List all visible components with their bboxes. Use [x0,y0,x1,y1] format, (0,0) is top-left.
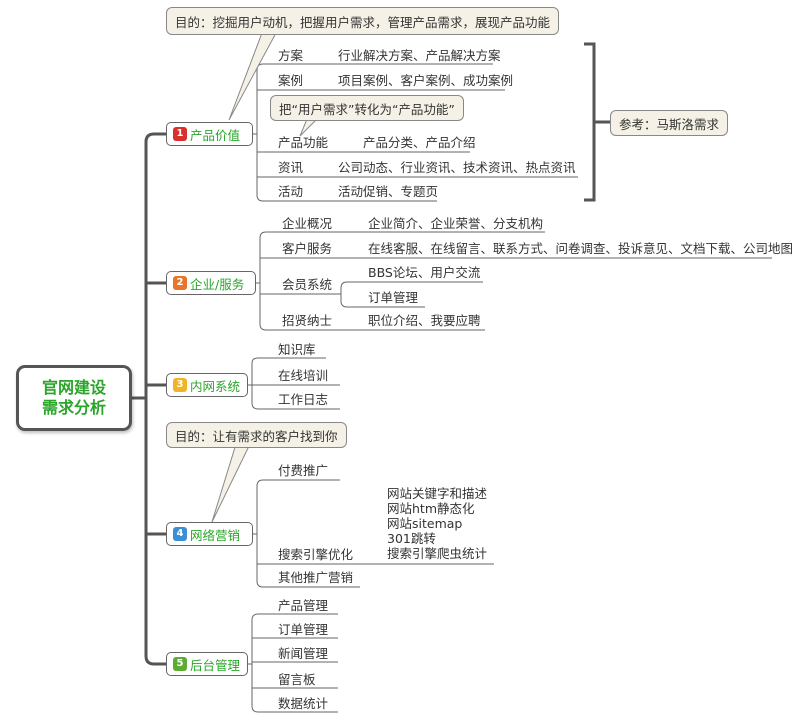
node-news-management[interactable]: 新闻管理 [278,646,328,661]
node-recruitment[interactable]: 招贤纳士 [282,313,332,328]
node-work-log[interactable]: 工作日志 [278,392,328,407]
branch-label: 网络营销 [190,527,241,543]
number-badge-3: 3 [173,378,187,392]
callout-convert-needs: 把“用户需求”转化为“产品功能” [270,95,464,121]
node-product-function-detail: 产品分类、产品介绍 [363,135,476,150]
node-news[interactable]: 资讯 [278,160,303,175]
branch-admin[interactable]: 5 后台管理 [166,652,248,676]
callout-purpose-product: 目的：挖掘用户动机，把握用户需求，管理产品需求，展现产品功能 [166,7,560,35]
branch-label: 产品价值 [190,127,241,143]
branch-label: 内网系统 [190,378,241,394]
node-solution-detail: 行业解决方案、产品解决方案 [338,48,501,63]
branch-enterprise-service[interactable]: 2 企业/服务 [166,271,256,295]
node-knowledge-base[interactable]: 知识库 [278,342,316,357]
node-company-overview[interactable]: 企业概况 [282,216,332,231]
branch-intranet[interactable]: 3 内网系统 [166,373,248,397]
node-customer-service[interactable]: 客户服务 [282,241,332,256]
node-member-forum: BBS论坛、用户交流 [368,265,481,280]
node-online-training[interactable]: 在线培训 [278,368,328,383]
node-company-overview-detail: 企业简介、企业荣誉、分支机构 [368,216,544,231]
branch-label: 后台管理 [190,657,241,673]
number-badge-5: 5 [173,657,187,671]
node-paid-promotion[interactable]: 付费推广 [278,463,328,478]
node-case-detail: 项目案例、客户案例、成功案例 [338,73,514,88]
branch-label: 企业/服务 [190,276,245,292]
branch-online-marketing[interactable]: 4 网络营销 [166,522,253,546]
node-message-board[interactable]: 留言板 [278,672,316,687]
node-member-system[interactable]: 会员系统 [282,277,332,292]
node-seo-crawler: 搜索引擎爬虫统计 [387,546,488,561]
node-seo-keywords: 网站关键字和描述 [387,486,488,501]
node-news-detail: 公司动态、行业资讯、技术资讯、热点资讯 [338,160,576,175]
callout-reference-maslow: 参考：马斯洛需求 [610,110,729,136]
node-case[interactable]: 案例 [278,73,303,88]
branch-product-value[interactable]: 1 产品价值 [166,122,253,146]
number-badge-4: 4 [173,527,187,541]
number-badge-1: 1 [173,127,187,141]
node-seo-sitemap: 网站sitemap [387,516,463,531]
node-solution[interactable]: 方案 [278,48,303,63]
node-product-function[interactable]: 产品功能 [278,135,328,150]
node-customer-service-detail: 在线客服、在线留言、联系方式、问卷调查、投诉意见、文档下载、公司地图 [368,241,794,256]
node-seo-redirect: 301跳转 [387,531,436,546]
callout-purpose-marketing: 目的：让有需求的客户找到你 [166,422,347,448]
node-order-management[interactable]: 订单管理 [278,622,328,637]
node-activity-detail: 活动促销、专题页 [338,184,439,199]
root-title-line1: 官网建设 [41,378,106,397]
node-recruitment-detail: 职位介绍、我要应聘 [368,313,481,328]
root-node[interactable]: 官网建设 需求分析 [16,365,132,431]
number-badge-2: 2 [173,276,187,290]
node-seo[interactable]: 搜索引擎优化 [278,547,353,562]
node-data-statistics[interactable]: 数据统计 [278,696,328,711]
node-seo-static: 网站htm静态化 [387,501,475,516]
node-other-promotion[interactable]: 其他推广营销 [278,570,353,585]
node-product-management[interactable]: 产品管理 [278,598,328,613]
root-title-line2: 需求分析 [41,398,106,417]
node-member-orders: 订单管理 [368,290,419,305]
node-activity[interactable]: 活动 [278,184,303,199]
